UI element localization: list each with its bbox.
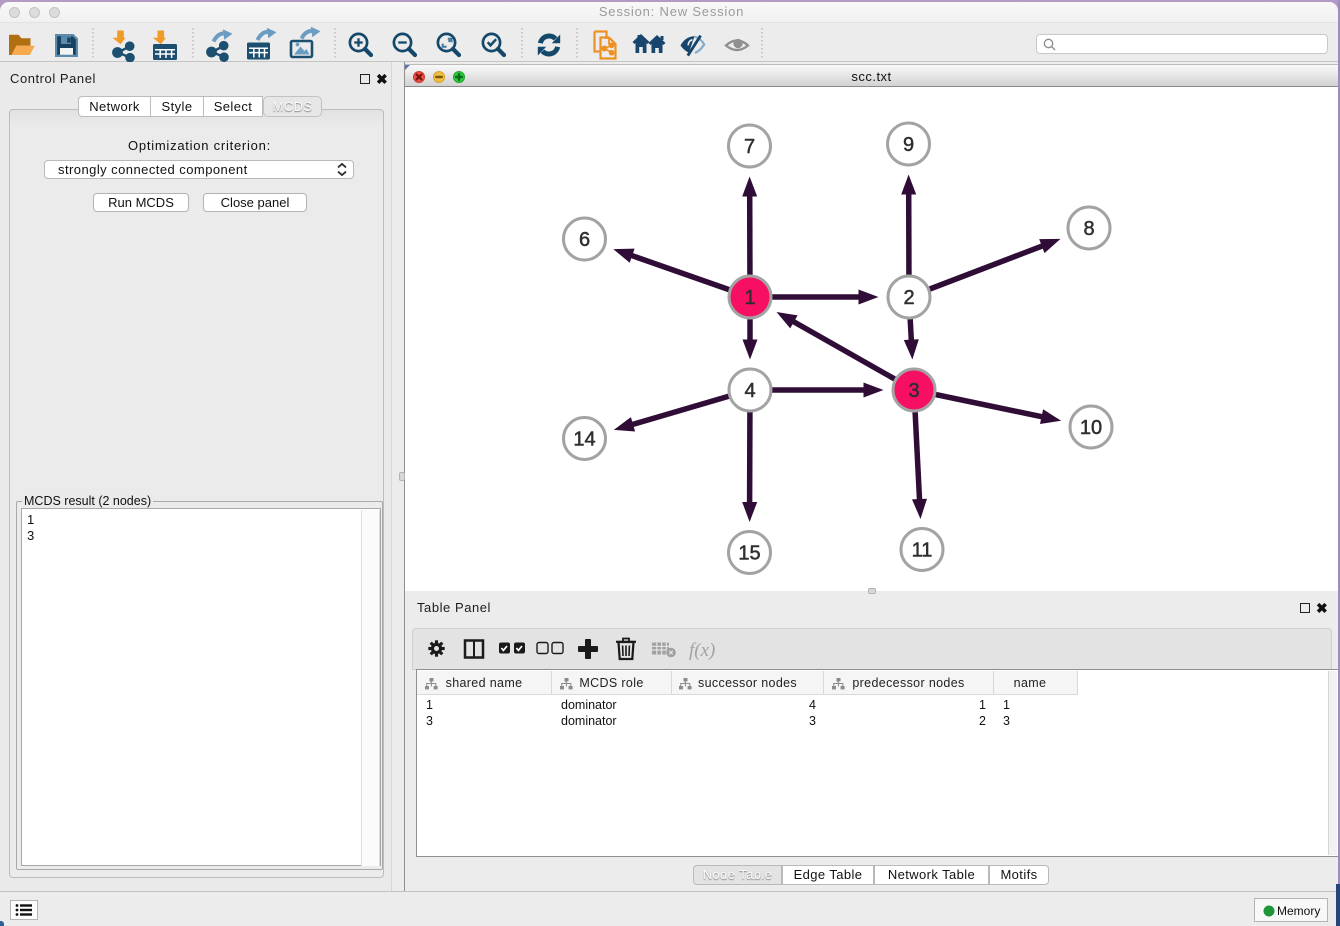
svg-text:3: 3 — [908, 380, 919, 402]
svg-text:4: 4 — [744, 380, 755, 402]
svg-text:11: 11 — [912, 540, 933, 562]
svg-text:9: 9 — [903, 134, 914, 156]
svg-text:1: 1 — [744, 287, 755, 309]
svg-text:6: 6 — [579, 229, 590, 251]
svg-text:2: 2 — [903, 287, 914, 309]
svg-text:14: 14 — [573, 429, 595, 451]
svg-text:15: 15 — [738, 543, 760, 565]
svg-text:10: 10 — [1080, 417, 1102, 439]
svg-text:8: 8 — [1083, 218, 1094, 240]
svg-text:7: 7 — [744, 136, 755, 158]
svg-text:f(x): f(x) — [689, 640, 715, 661]
